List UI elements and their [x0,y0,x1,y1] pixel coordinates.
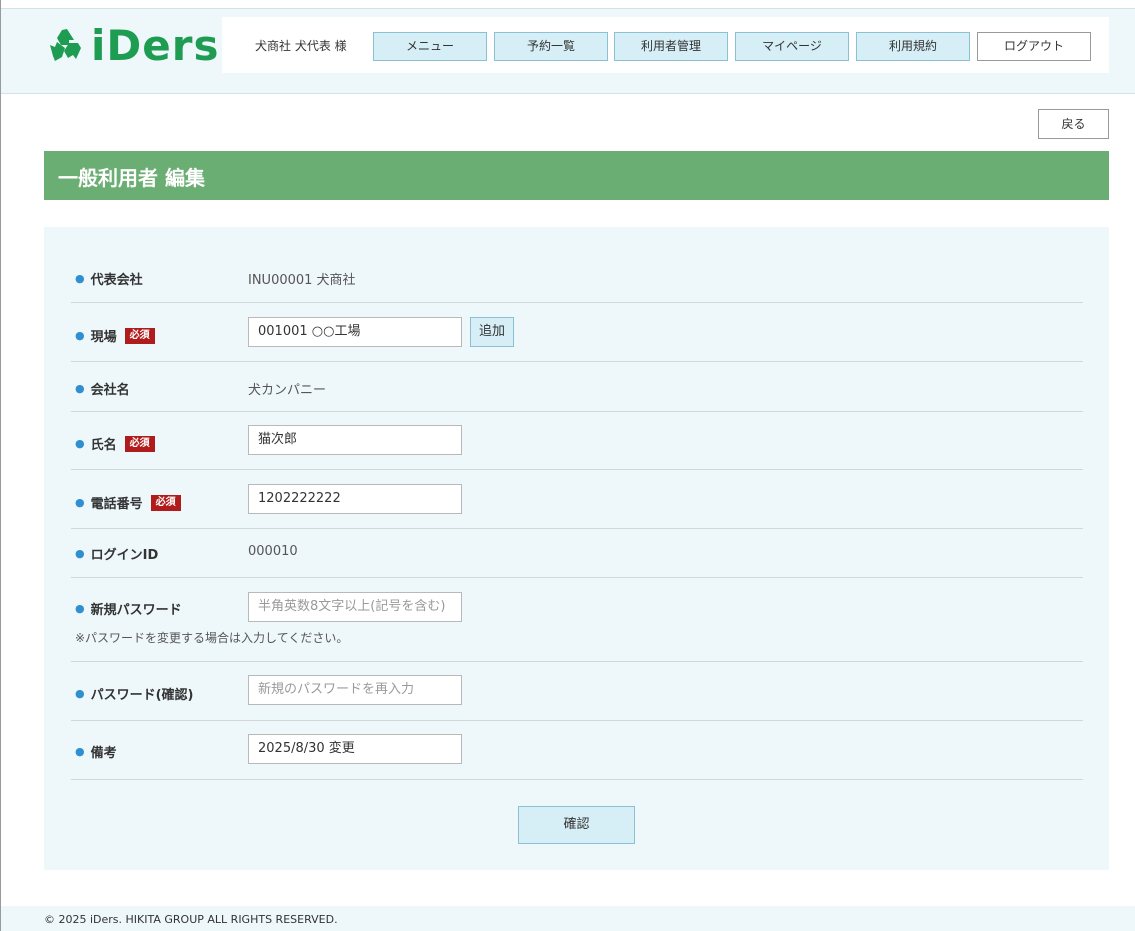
row-divider [71,302,1083,303]
company-value: INU00001 犬商社 [248,273,356,288]
nav-user-management-button[interactable]: 利用者管理 [614,32,728,61]
bullet-icon: ● [75,687,85,700]
new-password-label: ● 新規パスワード [75,602,182,618]
site-footer: © 2025 iDers. HIKITA GROUP ALL RIGHTS RE… [1,906,1135,931]
recycle-icon [50,29,81,61]
page-title: 一般利用者 編集 [58,166,205,190]
row-divider [71,779,1083,780]
user-name: 犬商社 犬代表 様 [255,39,347,53]
logo-text: iDers [91,21,220,70]
password-note: ※パスワードを変更する場合は入力してください。 [75,631,349,645]
bullet-icon: ● [75,437,85,450]
row-divider [71,361,1083,362]
login-id-label: ● ログインID [75,547,159,563]
bullet-icon: ● [75,547,85,560]
row-divider [71,720,1083,721]
remarks-input[interactable]: 2025/8/30 変更 [248,734,462,764]
logout-button[interactable]: ログアウト [977,32,1091,61]
required-badge: 必須 [150,494,181,511]
nav-bar: 犬商社 犬代表 様 メニュー 予約一覧 利用者管理 マイページ 利用規約 ログア… [222,17,1109,73]
company-name-value: 犬カンパニー [248,383,327,398]
copyright: © 2025 iDers. HIKITA GROUP ALL RIGHTS RE… [44,913,338,926]
site-label: ● 現場 必須 [75,326,155,345]
site-input[interactable]: 001001 ○○工場 [248,317,462,347]
phone-label: ● 電話番号 必須 [75,493,181,512]
page-title-bar: 一般利用者 編集 [44,151,1109,200]
password-confirm-label: ● パスワード(確認) [75,687,194,703]
bullet-icon: ● [75,496,85,509]
nav-mypage-button[interactable]: マイページ [735,32,849,61]
company-label: ● 代表会社 [75,272,143,288]
bullet-icon: ● [75,329,85,342]
required-badge: 必須 [124,435,155,452]
back-button[interactable]: 戻る [1038,109,1109,139]
site-header: iDers 犬商社 犬代表 様 メニュー 予約一覧 利用者管理 マイページ 利用… [1,8,1135,94]
password-confirm-input[interactable]: 新規のパスワードを再入力 [248,675,462,705]
confirm-button[interactable]: 確認 [518,806,635,844]
row-divider [71,411,1083,412]
row-divider [71,577,1083,578]
login-id-value: 000010 [248,544,298,559]
row-divider [71,528,1083,529]
bullet-icon: ● [75,382,85,395]
row-divider [71,469,1083,470]
phone-input[interactable]: 1202222222 [248,484,462,514]
remarks-label: ● 備考 [75,745,117,761]
row-divider [71,661,1083,662]
nav-reservations-button[interactable]: 予約一覧 [494,32,608,61]
nav-menu-button[interactable]: メニュー [373,32,487,61]
name-input[interactable]: 猫次郎 [248,425,462,455]
add-site-button[interactable]: 追加 [470,317,514,347]
logo[interactable]: iDers [47,24,219,68]
new-password-input[interactable]: 半角英数8文字以上(記号を含む) [248,592,462,622]
nav-terms-button[interactable]: 利用規約 [856,32,970,61]
bullet-icon: ● [75,602,85,615]
name-label: ● 氏名 必須 [75,434,155,453]
edit-form: ● 代表会社 INU00001 犬商社 ● 現場 必須 001001 ○○工場 … [44,227,1109,870]
required-badge: 必須 [124,327,155,344]
bullet-icon: ● [75,272,85,285]
bullet-icon: ● [75,745,85,758]
company-name-label: ● 会社名 [75,382,130,398]
